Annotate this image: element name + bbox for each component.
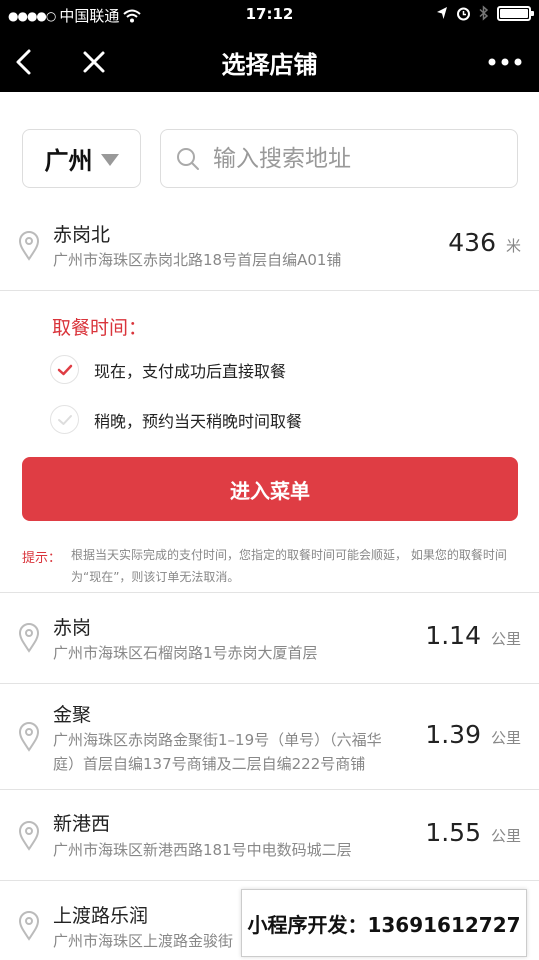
- pickup-option-later[interactable]: 稍晚，预约当天稍晚时间取餐: [50, 405, 302, 434]
- distance-unit: 公里: [490, 729, 521, 747]
- bluetooth-icon: [479, 5, 489, 21]
- store-address: 广州海珠区赤岗路金聚街1–19号（单号）（六福华庭）首层自编137号商铺及二层自…: [53, 731, 382, 773]
- location-pin-icon: [18, 623, 40, 653]
- search-icon: [177, 147, 199, 170]
- page-title: 选择店铺: [221, 51, 318, 79]
- store-distance: 1.14 公里: [425, 621, 521, 650]
- pickup-option-label: 现在，支付成功后直接取餐: [94, 361, 287, 381]
- store-address: 广州市海珠区石榴岗路1号赤岗大厦首层: [53, 644, 318, 662]
- divider: [0, 290, 539, 291]
- store-name: 新港西: [53, 813, 111, 835]
- distance-unit: 米: [505, 237, 521, 255]
- distance-unit: 公里: [490, 630, 521, 648]
- pickup-option-now[interactable]: 现在，支付成功后直接取餐: [50, 355, 286, 384]
- tip-label: 提示：: [22, 551, 62, 566]
- contact-overlay: 小程序开发：13691612727: [241, 889, 527, 957]
- distance-value: 436: [448, 228, 496, 257]
- city-select[interactable]: 广州: [22, 129, 141, 188]
- check-circle-icon: [50, 355, 79, 384]
- store-name: 上渡路乐润: [53, 905, 149, 927]
- store-name: 金聚: [53, 704, 92, 726]
- store-list-item[interactable]: 金聚 广州海珠区赤岗路金聚街1–19号（单号）（六福华庭）首层自编137号商铺及…: [0, 684, 539, 789]
- store-distance: 436 米: [448, 228, 521, 257]
- store-list-item[interactable]: 新港西 广州市海珠区新港西路181号中电数码城二层 1.55 公里: [0, 790, 539, 880]
- store-distance: 1.55 公里: [425, 818, 521, 847]
- status-bar: ●●●●○ 中国联通 17:12: [0, 0, 539, 30]
- caret-down-icon: [100, 153, 119, 166]
- location-pin-icon: [18, 231, 40, 261]
- more-button[interactable]: [485, 44, 525, 80]
- check-circle-icon: [50, 405, 79, 434]
- battery-icon: [497, 5, 534, 21]
- store-address: 广州市海珠区新港西路181号中电数码城二层: [53, 841, 352, 859]
- location-pin-icon: [18, 911, 40, 941]
- distance-value: 1.55: [425, 818, 481, 847]
- location-arrow-icon: [437, 7, 447, 19]
- search-box[interactable]: [160, 129, 518, 188]
- more-dots-icon: [488, 58, 522, 66]
- store-list-item[interactable]: 赤岗 广州市海珠区石榴岗路1号赤岗大厦首层 1.14 公里: [0, 593, 539, 683]
- store-name: 赤岗: [53, 617, 92, 639]
- store-distance: 1.39 公里: [425, 720, 521, 749]
- city-select-value: 广州: [44, 147, 93, 175]
- tip-text: 根据当天实际完成的支付时间，您指定的取餐时间可能会顺延， 如果您的取餐时间为“现…: [71, 548, 507, 584]
- pickup-time-title: 取餐时间：: [52, 317, 148, 339]
- alarm-clock-icon: [457, 7, 470, 20]
- location-pin-icon: [18, 821, 40, 851]
- pickup-option-label: 稍晚，预约当天稍晚时间取餐: [94, 411, 303, 431]
- store-name: 赤岗北: [53, 224, 111, 246]
- selected-store[interactable]: 赤岗北 广州市海珠区赤岗北路18号首层自编A01铺 436 米: [0, 215, 539, 290]
- location-pin-icon: [18, 722, 40, 752]
- nav-bar: 选择店铺: [0, 30, 539, 92]
- search-input[interactable]: [213, 145, 503, 172]
- distance-value: 1.39: [425, 720, 481, 749]
- distance-value: 1.14: [425, 621, 481, 650]
- store-address: 广州市海珠区赤岗北路18号首层自编A01铺: [53, 251, 342, 269]
- distance-unit: 公里: [490, 827, 521, 845]
- enter-menu-button[interactable]: 进入菜单: [22, 457, 518, 521]
